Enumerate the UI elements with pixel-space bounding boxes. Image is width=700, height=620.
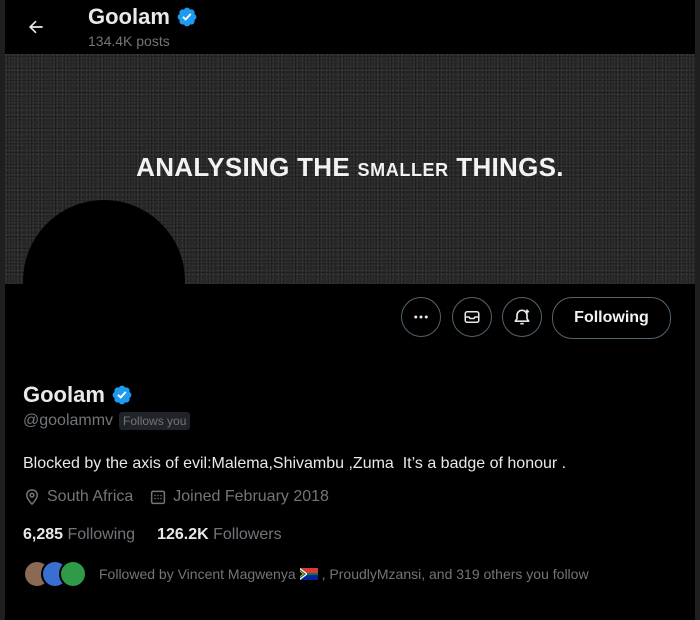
header-name-row: Goolam	[88, 4, 198, 30]
joined-text: Joined February 2018	[173, 488, 329, 505]
profile-name-row: Goolam	[23, 382, 133, 408]
header-posts-count: 134.4K posts	[88, 33, 170, 49]
notification-bell-icon	[514, 309, 530, 325]
banner-text-part1: ANALYSING THE	[136, 152, 358, 182]
south-africa-flag-icon	[299, 568, 318, 580]
followed-by-row[interactable]: Followed by Vincent Magwenya , ProudlyMz…	[23, 560, 589, 588]
banner-text-part2: THINGS.	[448, 152, 564, 182]
follows-you-badge: Follows you	[119, 412, 191, 430]
header-name: Goolam	[88, 4, 170, 29]
follower-avatar	[59, 560, 87, 588]
back-button[interactable]	[19, 10, 53, 44]
handle-row: @goolammv Follows you	[23, 412, 191, 430]
joined-item: Joined February 2018	[149, 488, 329, 506]
location-item: South Africa	[23, 488, 133, 506]
followed-by-text[interactable]: Followed by Vincent Magwenya , ProudlyMz…	[99, 566, 589, 582]
top-bar: Goolam 134.4K posts	[5, 0, 695, 54]
verified-badge-icon[interactable]	[111, 384, 133, 406]
notification-button[interactable]	[502, 297, 542, 337]
message-icon	[464, 311, 480, 323]
calendar-icon	[151, 490, 166, 505]
avatar[interactable]	[23, 200, 185, 362]
profile-name: Goolam	[23, 382, 105, 407]
arrow-left-icon	[28, 20, 43, 34]
profile-bio: Blocked by the axis of evil:Malema,Shiva…	[23, 455, 567, 472]
following-count: 6,285	[23, 526, 64, 543]
followers-count-label: Followers	[208, 526, 282, 543]
profile-handle: @goolammv	[23, 412, 114, 429]
followers-count-link[interactable]: 126.2K Followers	[157, 526, 282, 544]
follow-counts: 6,285 Following 126.2K Followers	[23, 526, 304, 544]
message-button[interactable]	[452, 297, 492, 337]
banner-text: ANALYSING THE SMALLER THINGS.	[5, 152, 695, 183]
followed-by-suffix: , ProudlyMzansi, and 319 others you foll…	[321, 566, 589, 582]
location-text: South Africa	[47, 488, 134, 505]
profile-meta: South Africa Joined February 2018	[23, 488, 345, 506]
following-count-link[interactable]: 6,285 Following	[23, 526, 135, 544]
location-icon	[25, 489, 39, 506]
following-button[interactable]: Following	[552, 297, 671, 339]
banner-text-small: SMALLER	[357, 160, 449, 180]
more-button[interactable]	[401, 297, 441, 337]
followed-by-prefix: Followed by Vincent Magwenya	[99, 566, 296, 582]
followers-count: 126.2K	[157, 526, 209, 543]
profile-frame: Goolam 134.4K posts ANALYSING THE SMALLE…	[5, 0, 695, 620]
following-count-label: Following	[63, 526, 136, 543]
verified-badge-icon	[177, 7, 197, 27]
more-icon	[414, 315, 428, 319]
